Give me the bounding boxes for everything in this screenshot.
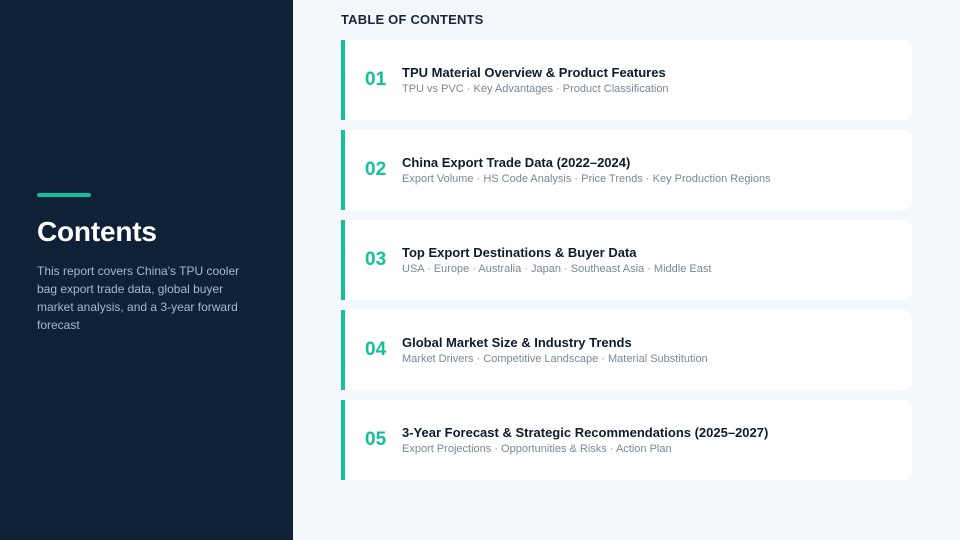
toc-item-subtitle: Export Volume · HS Code Analysis · Price… [402, 173, 771, 185]
toc-item-title: 3-Year Forecast & Strategic Recommendati… [402, 425, 769, 440]
toc-item-subtitle: TPU vs PVC · Key Advantages · Product Cl… [402, 83, 669, 95]
toc-heading: TABLE OF CONTENTS [341, 12, 484, 27]
toc-item-number: 02 [365, 159, 387, 180]
toc-item-number: 05 [365, 429, 387, 450]
toc-item-title: Top Export Destinations & Buyer Data [402, 245, 637, 260]
toc-item-title: Global Market Size & Industry Trends [402, 335, 632, 350]
toc-item-number: 01 [365, 69, 387, 90]
toc-item-number: 04 [365, 339, 387, 360]
toc-item-title: China Export Trade Data (2022–2024) [402, 155, 631, 170]
toc-item-3[interactable]: 03 Top Export Destinations & Buyer Data … [341, 220, 912, 300]
toc-item-2[interactable]: 02 China Export Trade Data (2022–2024) E… [341, 130, 912, 210]
accent-bar [37, 193, 91, 197]
sidebar-panel: Contents This report covers China's TPU … [0, 0, 293, 540]
toc-item-4[interactable]: 04 Global Market Size & Industry Trends … [341, 310, 912, 390]
toc-item-subtitle: USA · Europe · Australia · Japan · South… [402, 263, 712, 275]
toc-item-subtitle: Market Drivers · Competitive Landscape ·… [402, 353, 708, 365]
toc-item-subtitle: Export Projections · Opportunities & Ris… [402, 443, 672, 455]
report-description: This report covers China's TPU cooler ba… [37, 264, 240, 332]
toc-item-5[interactable]: 05 3-Year Forecast & Strategic Recommend… [341, 400, 912, 480]
toc-item-1[interactable]: 01 TPU Material Overview & Product Featu… [341, 40, 912, 120]
toc-item-title: TPU Material Overview & Product Features [402, 65, 666, 80]
toc-list: 01 TPU Material Overview & Product Featu… [341, 40, 912, 490]
page-title: Contents [37, 216, 157, 247]
toc-item-number: 03 [365, 249, 387, 270]
